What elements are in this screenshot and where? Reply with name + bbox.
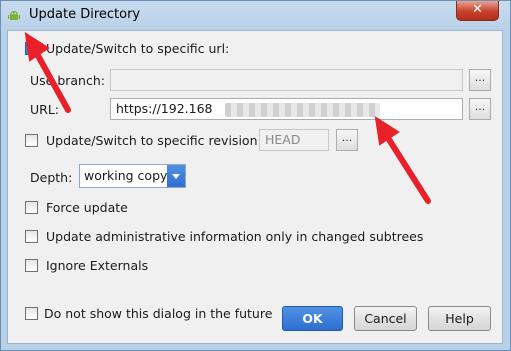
switch-url-checkbox[interactable]	[25, 42, 38, 55]
close-button[interactable]: ✕	[456, 1, 499, 21]
dropdown-arrow-icon	[167, 165, 185, 187]
switch-revision-checkbox[interactable]	[25, 134, 38, 147]
force-update-checkbox[interactable]	[25, 201, 38, 214]
force-update-label: Force update	[46, 200, 128, 215]
ignore-externals-checkbox[interactable]	[25, 259, 38, 272]
url-browse-button[interactable]: ...	[469, 98, 491, 120]
help-button[interactable]: Help	[428, 306, 491, 331]
url-value: https://192.168	[116, 101, 213, 116]
dont-show-label: Do not show this dialog in the future	[44, 306, 273, 321]
use-branch-field[interactable]	[110, 69, 463, 91]
android-icon	[7, 9, 21, 23]
revision-field[interactable]: HEAD	[259, 129, 329, 151]
dialog-title: Update Directory	[29, 7, 141, 22]
revision-browse-button[interactable]: ...	[336, 129, 358, 151]
dialog-body: Update/Switch to specific url: Use branc…	[7, 30, 503, 344]
depth-value: working copy	[84, 168, 168, 183]
ignore-externals-label: Ignore Externals	[46, 258, 149, 273]
ok-button[interactable]: OK	[282, 306, 343, 331]
depth-select[interactable]: working copy	[79, 164, 186, 188]
use-branch-browse-button[interactable]: ...	[469, 69, 491, 91]
dont-show-checkbox[interactable]	[25, 307, 38, 320]
checkmark-icon	[27, 44, 36, 53]
title-bar: Update Directory ✕	[1, 1, 510, 31]
switch-url-label: Update/Switch to specific url:	[46, 41, 230, 56]
close-icon: ✕	[472, 2, 483, 17]
redacted-url-part	[225, 103, 380, 117]
update-admin-info-checkbox[interactable]	[25, 230, 38, 243]
url-label: URL:	[30, 102, 60, 117]
update-admin-info-label: Update administrative information only i…	[46, 229, 424, 244]
use-branch-label: Use branch:	[30, 73, 105, 88]
depth-label: Depth:	[30, 170, 73, 185]
cancel-button[interactable]: Cancel	[354, 306, 417, 331]
switch-revision-label: Update/Switch to specific revision:	[46, 133, 262, 148]
